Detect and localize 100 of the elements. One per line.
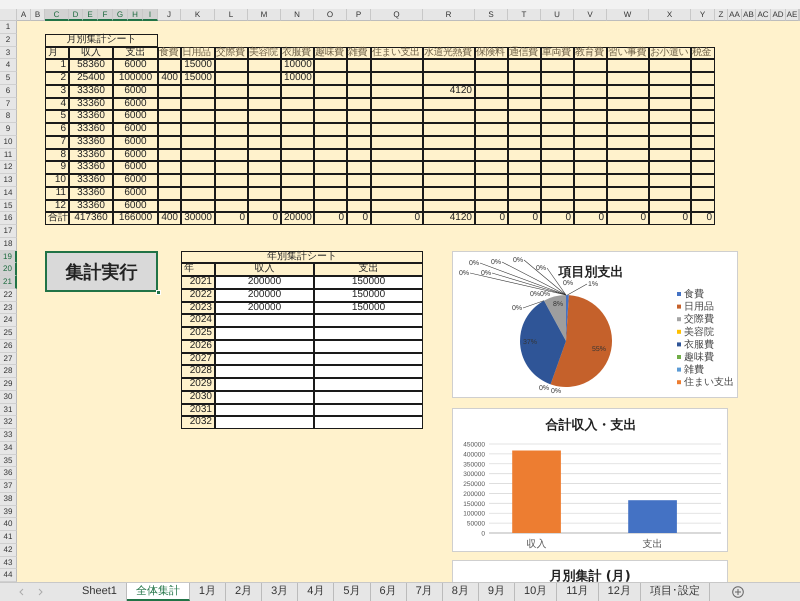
row-header[interactable]: 25	[0, 327, 17, 340]
column-header[interactable]: R	[423, 9, 475, 21]
row-header[interactable]: 31	[0, 404, 17, 416]
row-header[interactable]: 44	[0, 569, 17, 582]
column-header[interactable]: W	[607, 9, 649, 21]
row-header[interactable]: 34	[0, 442, 17, 454]
row-header[interactable]: 9	[0, 123, 17, 136]
row-header[interactable]: 11	[0, 148, 17, 162]
column-header[interactable]: X	[649, 9, 691, 21]
column-header[interactable]: V	[574, 9, 607, 21]
row-header[interactable]: 41	[0, 531, 17, 544]
empty-cell	[508, 98, 541, 110]
row-header[interactable]: 7	[0, 98, 17, 110]
sheet-tab[interactable]: 2月	[226, 583, 262, 601]
sheet-tab[interactable]: 全体集計	[126, 583, 190, 601]
row-header[interactable]: 20	[0, 263, 17, 276]
scroll-left-icon[interactable]	[18, 588, 24, 596]
row-header[interactable]: 19	[0, 250, 17, 264]
table-cell: 0	[371, 212, 423, 225]
row-header[interactable]: 18	[0, 238, 17, 250]
sheet-tab[interactable]: 5月	[334, 583, 370, 601]
row-header[interactable]: 16	[0, 212, 17, 225]
column-header[interactable]: L	[215, 9, 248, 21]
column-header[interactable]: P	[347, 9, 371, 21]
column-header[interactable]: E	[83, 9, 98, 21]
row-header[interactable]: 17	[0, 225, 17, 238]
row-header[interactable]: 33	[0, 429, 17, 442]
column-header[interactable]: M	[248, 9, 281, 21]
column-header[interactable]: Q	[371, 9, 423, 21]
row-header[interactable]: 23	[0, 302, 17, 314]
column-header[interactable]: G	[113, 9, 128, 21]
column-header[interactable]: J	[158, 9, 181, 21]
row-header[interactable]: 2	[0, 34, 17, 46]
sheet-tab[interactable]: 8月	[442, 583, 479, 601]
column-heading: 雑費	[347, 46, 371, 60]
column-header[interactable]: B	[31, 9, 45, 21]
sheet-tab[interactable]: 1月	[190, 583, 226, 601]
row-header[interactable]: 22	[0, 288, 17, 302]
sheet-tab[interactable]: 12月	[598, 583, 641, 601]
row-header[interactable]: 42	[0, 544, 17, 556]
column-header[interactable]: T	[508, 9, 541, 21]
add-sheet-icon[interactable]	[732, 586, 744, 598]
column-header[interactable]: AC	[756, 9, 771, 21]
column-header[interactable]: S	[475, 9, 508, 21]
row-header[interactable]: 3	[0, 46, 17, 60]
row-header[interactable]: 27	[0, 352, 17, 366]
row-header[interactable]: 39	[0, 506, 17, 518]
sheet-tab[interactable]: 4月	[298, 583, 334, 601]
column-header[interactable]: K	[181, 9, 215, 21]
sheet-tab[interactable]: 10月	[515, 583, 558, 601]
column-header[interactable]: H	[128, 9, 143, 21]
select-all-corner[interactable]	[0, 9, 17, 21]
run-button[interactable]: 集計実行	[45, 251, 158, 292]
row-header[interactable]: 15	[0, 200, 17, 212]
resize-handle[interactable]	[156, 290, 161, 295]
column-header[interactable]: AE	[786, 9, 799, 21]
row-header[interactable]: 26	[0, 340, 17, 352]
column-header[interactable]: A	[17, 9, 31, 21]
row-header[interactable]: 13	[0, 174, 17, 187]
row-header[interactable]: 5	[0, 72, 17, 85]
column-header[interactable]: O	[314, 9, 347, 21]
row-header[interactable]: 29	[0, 378, 17, 391]
row-header[interactable]: 24	[0, 314, 17, 327]
table-cell: 400	[158, 72, 181, 85]
column-header[interactable]: AA	[728, 9, 742, 21]
row-header[interactable]: 8	[0, 110, 17, 123]
row-header[interactable]: 37	[0, 480, 17, 493]
column-header[interactable]: Y	[691, 9, 715, 21]
row-header[interactable]: 6	[0, 84, 17, 98]
row-header[interactable]: 4	[0, 59, 17, 72]
table-cell: 0	[215, 212, 248, 225]
row-header[interactable]: 30	[0, 390, 17, 404]
sheet-tab[interactable]: 7月	[406, 583, 443, 601]
row-header[interactable]: 36	[0, 467, 17, 480]
row-header[interactable]: 40	[0, 518, 17, 531]
column-header[interactable]: F	[98, 9, 113, 21]
row-header[interactable]: 21	[0, 276, 17, 289]
row-header[interactable]: 10	[0, 136, 17, 148]
column-header[interactable]: Z	[715, 9, 728, 21]
row-header[interactable]: 32	[0, 416, 17, 429]
sheet-tab[interactable]: 9月	[478, 583, 515, 601]
row-header[interactable]: 28	[0, 365, 17, 378]
column-header[interactable]: I	[143, 9, 158, 21]
row-header[interactable]: 43	[0, 556, 17, 570]
column-header[interactable]: AD	[771, 9, 786, 21]
scroll-right-icon[interactable]	[38, 588, 44, 596]
row-header[interactable]: 38	[0, 492, 17, 506]
row-header[interactable]: 35	[0, 454, 17, 468]
column-header[interactable]: AB	[742, 9, 756, 21]
column-header[interactable]: N	[281, 9, 314, 21]
column-header[interactable]: U	[541, 9, 574, 21]
column-header[interactable]: D	[69, 9, 83, 21]
column-header[interactable]: C	[45, 9, 69, 21]
row-header[interactable]: 14	[0, 186, 17, 200]
sheet-tab[interactable]: 3月	[262, 583, 298, 601]
sheet-tab[interactable]: 6月	[370, 583, 407, 601]
row-header[interactable]: 1	[0, 21, 17, 34]
sheet-tab[interactable]: 11月	[557, 583, 599, 601]
row-header[interactable]: 12	[0, 161, 17, 174]
sheet-tab[interactable]: 項目･設定	[640, 583, 710, 601]
